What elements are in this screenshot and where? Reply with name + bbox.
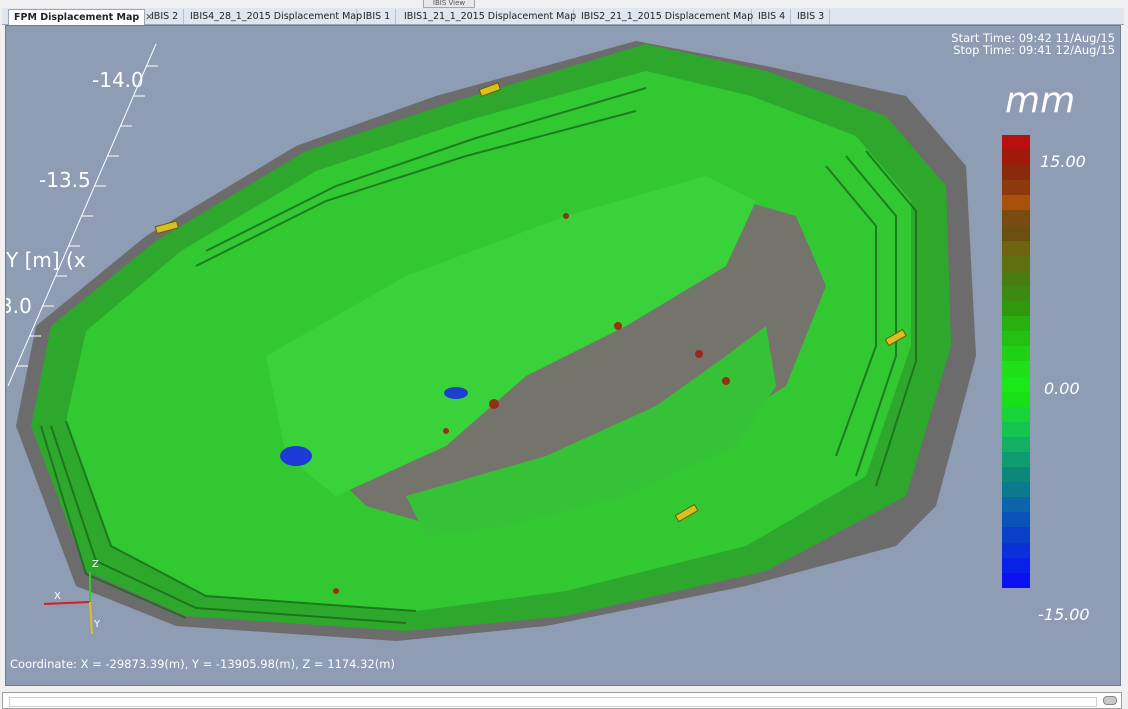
color-scale-segment [1002,482,1030,498]
tab-label: IBIS 3 [797,11,825,22]
color-scale-segment [1002,285,1030,302]
tab-label: FPM Displacement Map [14,12,140,23]
color-scale-segment [1002,165,1030,181]
tab-ibis4-28-1-2015[interactable]: IBIS4_28_1_2015 Displacement Map [185,9,362,24]
bottom-panel [2,692,1122,709]
tab-bar: FPM Displacement Map ✕ IBIS 2 IBIS4_28_1_… [2,8,1124,25]
panel-scroll-handle[interactable] [1103,696,1117,705]
color-scale-segment [1002,316,1030,332]
tab-ibis-2[interactable]: IBIS 2 [146,9,184,24]
3d-viewport[interactable]: Start Time: 09:42 11/Aug/15 Stop Time: 0… [5,25,1121,686]
color-scale-segment [1002,210,1030,226]
color-scale-segment [1002,240,1030,256]
tab-label: IBIS 4 [758,11,786,22]
legend-min-label: -15.00 [1038,605,1090,624]
tab-label: IBIS1_21_1_2015 Displacement Map [404,11,577,22]
color-scale-segment [1002,135,1030,151]
color-scale-segment [1002,527,1030,543]
stop-time: Stop Time: 09:41 12/Aug/15 [953,43,1115,57]
tab-ibis-4[interactable]: IBIS 4 [753,9,791,24]
color-scale-segment [1002,150,1030,166]
color-scale-segment [1002,512,1030,528]
color-scale-bar [1002,135,1030,588]
coordinate-readout: Coordinate: X = -29873.39(m), Y = -13905… [10,657,395,671]
color-scale-segment [1002,572,1030,588]
gizmo-z-label: Z [92,559,99,570]
color-scale-segment [1002,331,1030,347]
mine-pit-displacement-map [7,41,976,641]
color-scale-segment [1002,542,1030,558]
color-scale-segment [1002,376,1030,392]
tab-ibis2-21-1-2015[interactable]: IBIS2_21_1_2015 Displacement Map [576,9,754,24]
axis-name: Y [m] (x [6,248,86,272]
color-scale-segment [1002,255,1030,271]
tab-label: IBIS2_21_1_2015 Displacement Map [581,11,754,22]
color-scale-segment [1002,467,1030,483]
axis-tick-mid: -13.5 [39,168,91,192]
tab-ibis-1[interactable]: IBIS 1 [358,9,396,24]
color-scale-segment [1002,406,1030,422]
gizmo-x-label: X [54,591,61,602]
legend-max-label: 15.00 [1040,152,1086,171]
tab-label: IBIS4_28_1_2015 Displacement Map [190,11,363,22]
gizmo-y-label: Y [94,619,101,630]
color-scale-segment [1002,346,1030,362]
axis-tick-low: 3.0 [6,294,32,318]
color-scale-segment [1002,180,1030,196]
time-range: Start Time: 09:42 11/Aug/15 Stop Time: 0… [951,32,1115,56]
color-scale-segment [1002,557,1030,573]
color-scale-segment [1002,270,1030,286]
tab-ibis-3[interactable]: IBIS 3 [792,9,830,24]
color-scale-segment [1002,451,1030,468]
legend-mid-label: 0.00 [1044,379,1080,398]
color-scale-segment [1002,497,1030,513]
color-scale-segment [1002,301,1030,317]
color-scale-segment [1002,421,1030,437]
tab-fpm-displacement-map[interactable]: FPM Displacement Map ✕ [8,9,153,25]
bottom-panel-track [9,697,1097,707]
window-caption: IBIS View [423,0,475,8]
color-scale-segment [1002,391,1030,407]
legend-unit: mm [1005,80,1076,121]
color-scale-segment [1002,225,1030,241]
color-scale-segment [1002,361,1030,377]
tab-ibis1-21-1-2015[interactable]: IBIS1_21_1_2015 Displacement Map [399,9,577,24]
tab-label: IBIS 2 [151,11,179,22]
color-scale-segment [1002,195,1030,211]
color-scale-segment [1002,436,1030,452]
tab-label: IBIS 1 [363,11,391,22]
axis-tick-top: -14.0 [92,68,144,92]
